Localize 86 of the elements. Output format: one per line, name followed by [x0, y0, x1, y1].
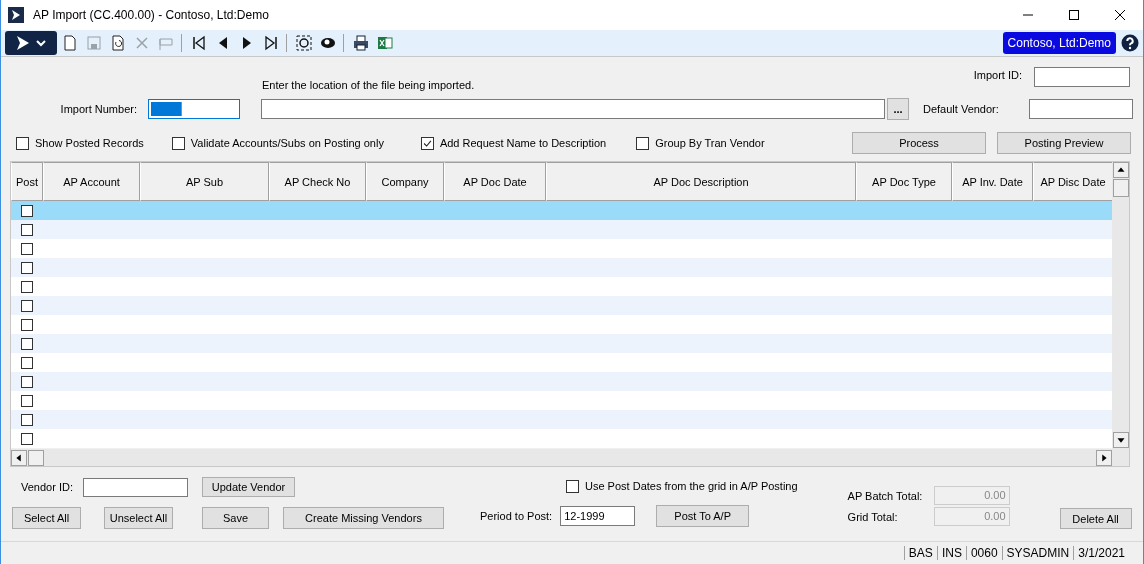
app-logo-icon [8, 7, 24, 23]
checkbox[interactable] [420, 136, 434, 150]
refresh-icon[interactable] [110, 35, 126, 51]
column-header[interactable]: AP Doc Date [444, 162, 546, 201]
post-checkbox[interactable] [21, 413, 33, 426]
browse-button[interactable]: ... [887, 98, 909, 120]
checkbox-label: Group By Tran Vendor [655, 137, 765, 149]
action-button[interactable]: Posting Preview [997, 132, 1131, 154]
default-vendor-field[interactable] [1028, 99, 1133, 119]
checkbox-label: Use Post Dates from the grid in A/P Posting [585, 480, 798, 492]
checkbox-label: Add Request Name to Description [439, 137, 607, 149]
checkbox-label: Validate Accounts/Subs on Posting only [190, 137, 384, 149]
company-badge[interactable]: Contoso, Ltd:Demo [1002, 32, 1116, 54]
column-header[interactable]: AP Inv. Date [952, 162, 1033, 201]
last-icon[interactable] [263, 35, 279, 51]
ap-batch-total-field: 0.00 [933, 486, 1010, 505]
status-segment: SYSADMIN [1001, 546, 1074, 560]
import-id-field[interactable] [1034, 67, 1130, 87]
print-icon[interactable] [353, 35, 369, 51]
checkbox-label: Show Posted Records [35, 137, 144, 149]
action-button[interactable]: Process [852, 132, 986, 154]
maximize-icon[interactable] [1068, 9, 1080, 21]
post-checkbox[interactable] [21, 318, 33, 331]
column-header[interactable]: AP Doc Description [546, 162, 856, 201]
action-button[interactable]: Select All [12, 507, 81, 529]
checkbox[interactable] [16, 136, 29, 150]
default-vendor-label: Default Vendor: [923, 103, 999, 115]
action-button[interactable]: Create Missing Vendors [283, 507, 444, 529]
post-checkbox[interactable] [21, 337, 33, 350]
post-checkbox[interactable] [21, 204, 33, 217]
post-checkbox[interactable] [21, 356, 33, 369]
scroll-down-icon[interactable] [1112, 432, 1129, 448]
vendor-id-field[interactable] [83, 477, 188, 497]
scroll-left-icon[interactable] [11, 449, 27, 466]
period-label: Period to Post: [480, 510, 553, 522]
column-header[interactable]: AP Account [43, 162, 140, 201]
column-header[interactable]: AP Sub [140, 162, 269, 201]
post-checkbox[interactable] [21, 432, 33, 445]
grid-total-label: Grid Total: [847, 510, 899, 523]
status-segment: 0060 [965, 546, 1002, 560]
status-segment: INS [936, 546, 966, 560]
horizontal-scrollbar[interactable] [11, 449, 1112, 466]
new-icon[interactable] [62, 35, 78, 51]
post-checkbox[interactable] [21, 223, 33, 236]
grid-total-field: 0.00 [933, 507, 1010, 526]
action-button[interactable]: Unselect All [104, 507, 173, 529]
column-header[interactable]: AP Disc Date [1033, 162, 1113, 201]
checkbox[interactable] [171, 136, 185, 150]
scroll-thumb[interactable] [28, 449, 44, 466]
app-menu-button[interactable] [5, 31, 57, 55]
post-checkbox[interactable] [21, 299, 33, 312]
post-to-ap-button[interactable]: Post To A/P [656, 505, 750, 527]
import-number-field[interactable] [148, 99, 240, 119]
import-id-label: Import ID: [973, 69, 1022, 81]
delete-all-button[interactable]: Delete All [1059, 508, 1132, 529]
first-icon[interactable] [191, 35, 207, 51]
ap-batch-total-label: AP Batch Total: [847, 489, 924, 502]
column-header[interactable]: AP Check No [269, 162, 366, 201]
action-button[interactable]: Save [202, 507, 269, 529]
help-icon[interactable] [1121, 34, 1139, 52]
post-checkbox[interactable] [21, 261, 33, 274]
update-vendor-button[interactable]: Update Vendor [202, 477, 295, 497]
file-location-hint: Enter the location of the file being imported. [262, 79, 475, 91]
post-checkbox[interactable] [21, 280, 33, 293]
post-checkbox[interactable] [21, 375, 33, 388]
vendor-id-label: Vendor ID: [21, 481, 73, 493]
window-title: AP Import (CC.400.00) - Contoso, Ltd:Demo [33, 8, 269, 22]
checkbox[interactable] [636, 136, 650, 150]
column-header[interactable]: Post [11, 162, 43, 201]
post-checkbox[interactable] [21, 394, 33, 407]
import-number-label: Import Number: [59, 103, 137, 115]
eye-icon[interactable] [320, 35, 336, 51]
scroll-right-icon[interactable] [1096, 449, 1112, 466]
period-field[interactable]: 12-1999 [560, 506, 636, 526]
column-header[interactable]: AP Doc Type [856, 162, 952, 201]
excel-icon[interactable] [377, 35, 393, 51]
status-segment: 3/1/2021 [1073, 546, 1129, 560]
vertical-scrollbar[interactable] [1112, 162, 1129, 466]
scroll-up-icon[interactable] [1112, 162, 1129, 178]
close-icon[interactable] [1114, 9, 1126, 21]
file-path-field[interactable] [261, 99, 885, 119]
column-header[interactable]: Company [366, 162, 444, 201]
post-checkbox[interactable] [21, 242, 33, 255]
scroll-thumb[interactable] [1112, 179, 1129, 197]
status-segment: BAS [903, 546, 937, 560]
checkbox[interactable] [566, 479, 579, 493]
